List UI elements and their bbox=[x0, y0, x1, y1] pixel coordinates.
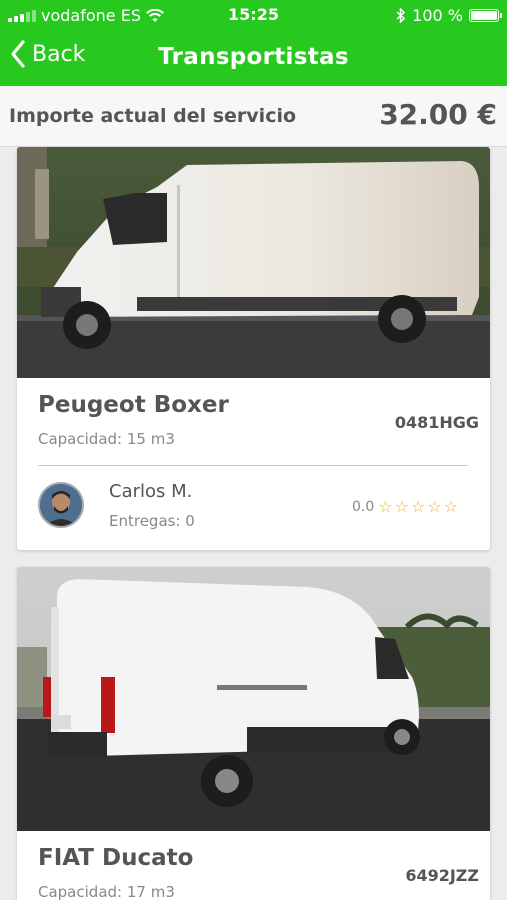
vehicle-name: FIAT Ducato bbox=[38, 845, 194, 871]
vehicle-capacity: Capacidad: 17 m3 bbox=[38, 883, 175, 900]
license-plate: 6492JZZ bbox=[405, 866, 479, 885]
star-outline-icon: ☆ bbox=[378, 497, 393, 516]
service-amount-bar: Importe actual del servicio 32.00 € bbox=[0, 86, 507, 147]
driver-deliveries: Entregas: 0 bbox=[109, 512, 195, 530]
amount-value: 32.00 € bbox=[379, 98, 497, 131]
star-outline-icon: ☆ bbox=[394, 497, 409, 516]
battery-icon bbox=[469, 9, 502, 22]
license-plate: 0481HGG bbox=[394, 413, 479, 432]
driver-name: Carlos M. bbox=[109, 481, 193, 502]
status-right: 100 % bbox=[396, 6, 502, 25]
rating-value: 0.0 bbox=[352, 499, 375, 515]
carrier-card[interactable]: Peugeot Boxer Capacidad: 15 m3 0481HGG C… bbox=[17, 147, 490, 550]
star-outline-icon: ☆ bbox=[410, 497, 426, 516]
carrier-list[interactable]: Peugeot Boxer Capacidad: 15 m3 0481HGG C… bbox=[0, 147, 507, 900]
vehicle-capacity: Capacidad: 15 m3 bbox=[38, 430, 175, 448]
carrier-card[interactable]: FIAT Ducato Capacidad: 17 m3 6492JZZ bbox=[17, 567, 490, 900]
status-bar: vodafone ES 15:25 100 % bbox=[0, 0, 507, 30]
driver-rating: 0.0 ☆ ☆ ☆ ☆ ☆ bbox=[352, 499, 458, 516]
bluetooth-icon bbox=[396, 8, 406, 23]
star-outline-icon: ☆ bbox=[443, 497, 458, 516]
page-title: Transportistas bbox=[158, 44, 349, 70]
rating-stars: ☆ ☆ ☆ ☆ ☆ bbox=[378, 499, 458, 515]
vehicle-photo bbox=[17, 147, 490, 378]
driver-photo bbox=[40, 484, 82, 526]
vehicle-photo bbox=[17, 567, 490, 831]
nav-bar: Back Transportistas bbox=[0, 30, 507, 86]
vehicle-name: Peugeot Boxer bbox=[38, 392, 229, 418]
battery-percent: 100 % bbox=[412, 6, 463, 25]
divider bbox=[38, 465, 468, 466]
amount-label: Importe actual del servicio bbox=[9, 105, 297, 127]
top-bar: vodafone ES 15:25 100 % Back Transportis… bbox=[0, 0, 507, 86]
star-outline-icon: ☆ bbox=[427, 497, 442, 516]
avatar bbox=[38, 482, 84, 528]
